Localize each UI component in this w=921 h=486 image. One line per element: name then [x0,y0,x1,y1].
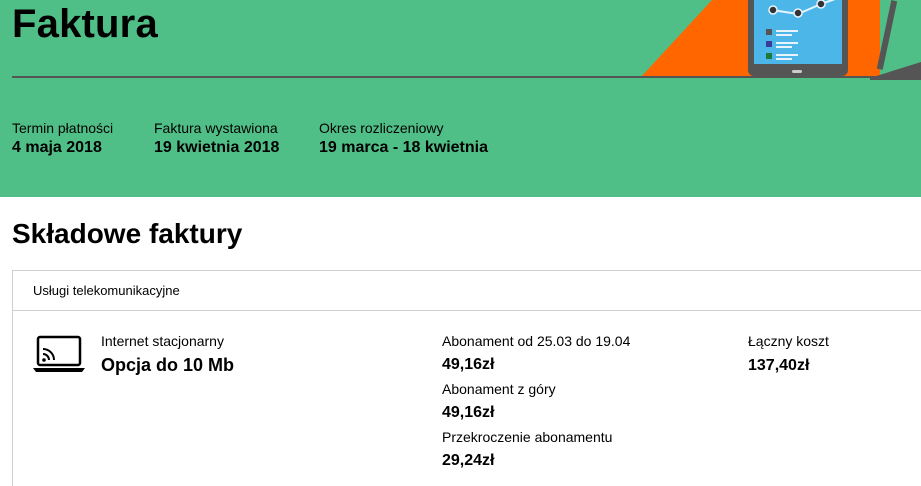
billing-period-label: Okres rozliczeniowy [319,120,444,136]
payment-due-value: 4 maja 2018 [12,139,102,156]
section-title: Składowe faktury [12,218,243,249]
payment-due-label: Termin płatności [12,120,114,136]
fee-amount: 49,16zł [442,404,495,421]
fee-amount: 29,24zł [442,452,495,469]
payment-due: Termin płatności 4 maja 2018 [12,120,113,157]
fee-item: Abonament od 25.03 do 19.04 49,16zł [442,333,630,374]
invoice-header: Faktura Termin płatności 4 maja 2018 Fak… [0,0,921,197]
card-heading[interactable]: Usługi telekomunikacyjne [13,271,921,311]
invoice-issued: Faktura wystawiona 19 kwietnia 2018 [154,120,279,157]
tablet-illustration [640,0,921,80]
fee-label: Przekroczenie abonamentu [442,429,613,445]
invoice-issued-label: Faktura wystawiona [154,120,278,136]
service-type: Internet stacjonarny [101,333,224,349]
fee-item: Przekroczenie abonamentu 29,24zł [442,429,630,470]
laptop-icon [33,335,85,372]
invoice-component-card: Usługi telekomunikacyjne Internet stacjo… [12,270,921,486]
total-cost-label: Łączny koszt [748,333,829,349]
header-divider [12,76,921,78]
page-title: Faktura [12,2,158,46]
fee-label: Abonament z góry [442,381,556,397]
service-info: Internet stacjonarny Opcja do 10 Mb [101,333,234,376]
invoice-issued-value: 19 kwietnia 2018 [154,139,280,156]
billing-period-value: 19 marca - 18 kwietnia [319,139,488,156]
fee-amount: 49,16zł [442,356,495,373]
fee-label: Abonament od 25.03 do 19.04 [442,333,631,349]
total-cost: Łączny koszt 137,40zł [748,333,829,375]
total-cost-amount: 137,40zł [748,357,810,374]
fee-list: Abonament od 25.03 do 19.04 49,16zł Abon… [442,333,630,477]
fee-item: Abonament z góry 49,16zł [442,381,630,422]
service-plan-name: Opcja do 10 Mb [101,355,235,375]
billing-period: Okres rozliczeniowy 19 marca - 18 kwietn… [319,120,488,157]
